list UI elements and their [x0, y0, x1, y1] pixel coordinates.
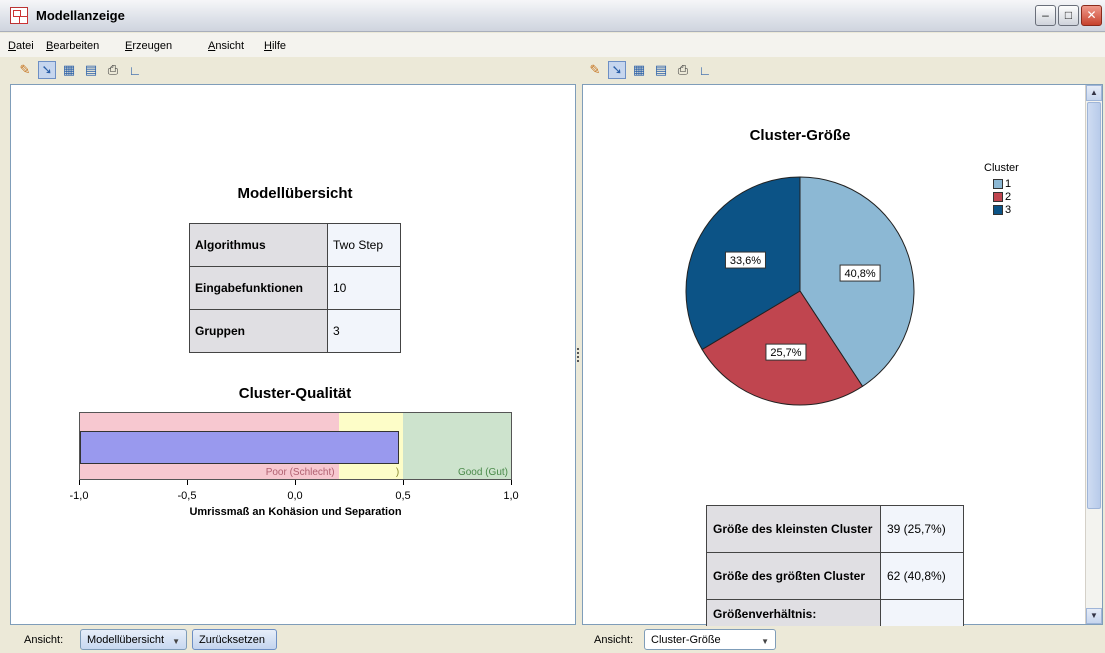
- svg-text:33,6%: 33,6%: [730, 255, 761, 267]
- row-label: Algorithmus: [189, 223, 328, 267]
- x-tick-label: 0,0: [287, 490, 303, 502]
- reset-button[interactable]: Zurücksetzen: [192, 629, 277, 650]
- svg-text:40,8%: 40,8%: [844, 268, 875, 280]
- row-label: Größe des größten Cluster: [706, 552, 881, 600]
- copy-chart-icon[interactable]: ▦: [630, 61, 648, 79]
- legend-title: Cluster: [984, 162, 1019, 174]
- table-row: Gruppen 3: [189, 309, 401, 353]
- svg-text:25,7%: 25,7%: [770, 347, 801, 359]
- legend-label: 2: [1005, 191, 1012, 203]
- print-icon[interactable]: ⎙: [674, 61, 692, 79]
- menu-bearbeiten[interactable]: Bearbeiten: [46, 40, 99, 52]
- window-title: Modellanzeige: [36, 8, 125, 23]
- x-tick-label: 0,5: [395, 490, 411, 502]
- copy-table-icon[interactable]: ▤: [652, 61, 670, 79]
- print-icon[interactable]: ⎙: [104, 61, 122, 79]
- row-label: Eingabefunktionen: [189, 266, 328, 310]
- pointer-icon[interactable]: ➘: [608, 61, 626, 79]
- menu-ansicht[interactable]: Ansicht: [208, 40, 244, 52]
- axis-tick: [511, 480, 512, 485]
- zone-label-poor: Poor (Schlecht): [265, 467, 335, 478]
- silhouette-bar: [80, 431, 399, 464]
- view-select[interactable]: Cluster-Größe ▼: [644, 629, 776, 650]
- table-row: Größe des kleinsten Cluster 39 (25,7%): [706, 505, 964, 553]
- summary-table: Algorithmus Two Step Eingabefunktionen 1…: [189, 223, 401, 353]
- x-tick-label: -1,0: [69, 490, 89, 502]
- slice-label: 25,7%: [765, 343, 807, 361]
- x-tick-label: -0,5: [177, 490, 197, 502]
- copy-chart-icon[interactable]: ▦: [60, 61, 78, 79]
- x-axis-title: Umrissmaß an Kohäsion und Separation: [189, 506, 402, 518]
- cluster-size-pane: Cluster-Größe 40,8% 25,7% 33,6% Cluster 1 …: [582, 84, 1103, 647]
- table-row: Algorithmus Two Step: [189, 223, 401, 267]
- scroll-down-icon[interactable]: ▼: [1086, 608, 1102, 624]
- row-value: Two Step: [327, 223, 401, 267]
- zone-label-good: Good (Gut): [457, 467, 508, 478]
- table-row: Eingabefunktionen 10: [189, 266, 401, 310]
- menu-datei[interactable]: Datei: [8, 40, 34, 52]
- chart-title: Cluster-Größe: [749, 127, 851, 144]
- summary-title: Modellübersicht: [237, 185, 353, 202]
- table-row: Größe des größten Cluster 62 (40,8%): [706, 552, 964, 600]
- view-label: Ansicht:: [24, 634, 64, 646]
- pane-splitter[interactable]: [576, 346, 580, 366]
- row-value: 62 (40,8%): [880, 552, 964, 600]
- legend-label: 3: [1005, 204, 1012, 216]
- quality-title: Cluster-Qualität: [238, 385, 352, 402]
- row-label: Größe des kleinsten Cluster: [706, 505, 881, 553]
- view-label: Ansicht:: [594, 634, 634, 646]
- chevron-down-icon: ▼: [172, 637, 180, 646]
- zone-label-fair: ): [395, 467, 400, 478]
- pie-chart: 40,8% 25,7% 33,6%: [685, 176, 915, 406]
- right-bottom-bar: Ansicht: Cluster-Größe ▼: [578, 626, 1105, 653]
- menu-erzeugen[interactable]: Erzeugen: [125, 40, 172, 52]
- view-select-value: Modellübersicht: [87, 634, 165, 646]
- slice-label: 33,6%: [724, 251, 766, 269]
- menu-hilfe[interactable]: Hilfe: [264, 40, 286, 52]
- legend-item: 1: [993, 178, 1011, 190]
- brush-icon[interactable]: ✎: [586, 61, 604, 79]
- x-tick-label: 1,0: [503, 490, 519, 502]
- slice-label: 40,8%: [839, 264, 881, 282]
- row-value: 39 (25,7%): [880, 505, 964, 553]
- scroll-thumb[interactable]: [1087, 102, 1101, 509]
- row-label: Gruppen: [189, 309, 328, 353]
- close-button[interactable]: ✕: [1081, 5, 1102, 26]
- axis-tick: [295, 480, 296, 485]
- brush-icon[interactable]: ✎: [16, 61, 34, 79]
- quality-chart: Poor (Schlecht) ) Good (Gut): [79, 412, 512, 480]
- legend-swatch: [993, 205, 1003, 215]
- row-value: 10: [327, 266, 401, 310]
- axis-tick: [403, 480, 404, 485]
- right-toolbar: ✎ ➘ ▦ ▤ ⎙ ∟: [580, 58, 1105, 84]
- maximize-button[interactable]: □: [1058, 5, 1079, 26]
- legend-item: 3: [993, 204, 1011, 216]
- copy-table-icon[interactable]: ▤: [82, 61, 100, 79]
- scroll-up-icon[interactable]: ▲: [1086, 85, 1102, 101]
- chevron-down-icon: ▼: [761, 637, 769, 646]
- axis-icon[interactable]: ∟: [126, 61, 144, 79]
- legend-swatch: [993, 179, 1003, 189]
- legend-item: 2: [993, 191, 1011, 203]
- left-bottom-bar: Ansicht: Modellübersicht ▼ Zurücksetzen: [0, 626, 578, 653]
- view-select-value: Cluster-Größe: [651, 634, 721, 646]
- view-select[interactable]: Modellübersicht ▼: [80, 629, 187, 650]
- axis-icon[interactable]: ∟: [696, 61, 714, 79]
- title-bar: Modellanzeige – □ ✕: [0, 0, 1105, 32]
- axis-tick: [187, 480, 188, 485]
- row-value: 3: [327, 309, 401, 353]
- model-summary-pane: Modellübersicht Algorithmus Two Step Ein…: [10, 84, 576, 625]
- vertical-scrollbar[interactable]: ▲ ▼: [1085, 85, 1102, 624]
- axis-tick: [79, 480, 80, 485]
- left-toolbar: ✎ ➘ ▦ ▤ ⎙ ∟: [0, 58, 576, 84]
- minimize-button[interactable]: –: [1035, 5, 1056, 26]
- legend-swatch: [993, 192, 1003, 202]
- legend-label: 1: [1005, 178, 1012, 190]
- pointer-icon[interactable]: ➘: [38, 61, 56, 79]
- menu-bar: Datei Bearbeiten Erzeugen Ansicht Hilfe: [0, 33, 1105, 57]
- app-icon: [10, 7, 28, 24]
